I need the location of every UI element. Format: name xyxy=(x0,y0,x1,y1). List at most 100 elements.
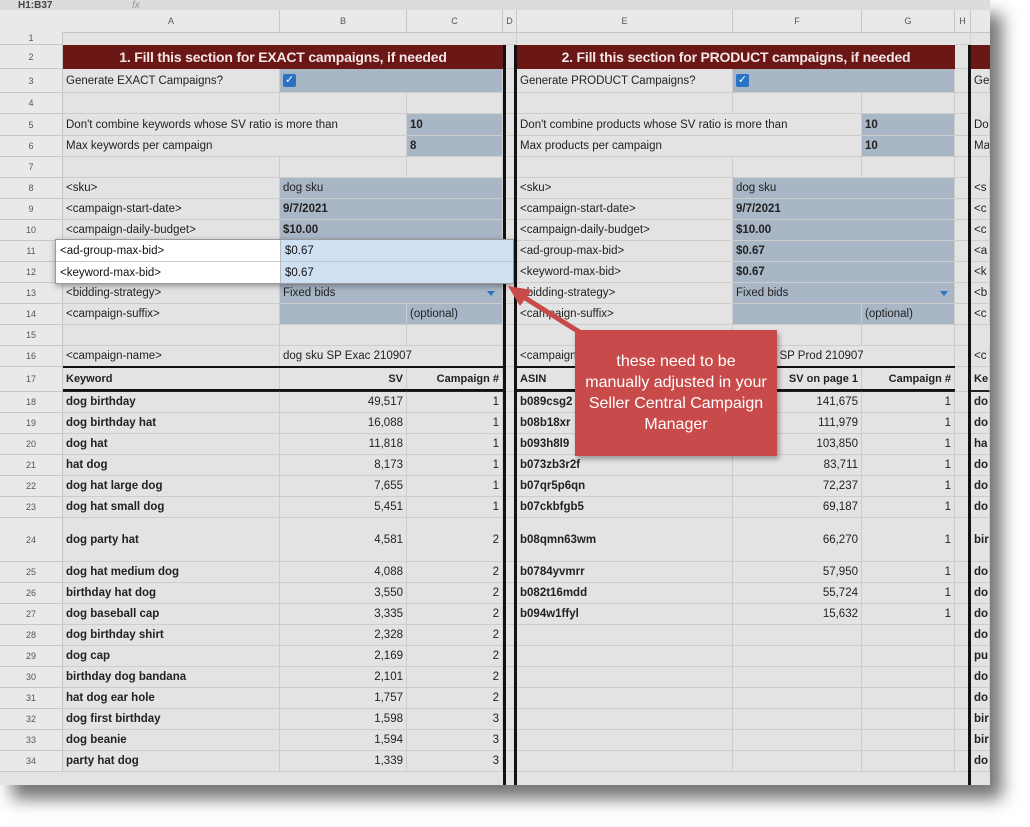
exact-row-12-campaign[interactable]: 2 xyxy=(407,646,503,667)
exact-row-5-key[interactable]: dog hat large dog xyxy=(63,476,280,497)
row-header-10[interactable]: 10 xyxy=(0,220,63,241)
exact-row-1-key[interactable]: dog birthday xyxy=(63,392,280,413)
row-header-29[interactable]: 29 xyxy=(0,646,63,667)
exact-row-15-sv[interactable]: 1,598 xyxy=(280,709,407,730)
third-section-cell[interactable]: <c xyxy=(971,199,990,220)
exact-row-15-campaign[interactable]: 3 xyxy=(407,709,503,730)
third-section-row[interactable]: pu xyxy=(971,646,990,667)
third-section-cell[interactable]: <c xyxy=(971,346,990,367)
third-section-row[interactable]: do xyxy=(971,455,990,476)
exact-row-6-sv[interactable]: 5,451 xyxy=(280,497,407,518)
product-row-5-sv[interactable]: 72,237 xyxy=(733,476,862,497)
product-row-11-key[interactable] xyxy=(517,625,733,646)
row-header-23[interactable]: 23 xyxy=(0,497,63,518)
row-header-25[interactable]: 25 xyxy=(0,562,63,583)
third-section-cell[interactable]: <a xyxy=(971,241,990,262)
row-header-2[interactable]: 2 xyxy=(0,45,63,69)
row-header-4[interactable]: 4 xyxy=(0,93,63,114)
product-row-12-key[interactable] xyxy=(517,646,733,667)
exact-row-7-campaign[interactable]: 2 xyxy=(407,518,503,562)
row-header-28[interactable]: 28 xyxy=(0,625,63,646)
exact-bidding-value[interactable]: Fixed bids xyxy=(280,283,503,304)
third-section-row[interactable]: ha xyxy=(971,434,990,455)
row-header-14[interactable]: 14 xyxy=(0,304,63,325)
product-row-14-sv[interactable] xyxy=(733,688,862,709)
exact-row-5-sv[interactable]: 7,655 xyxy=(280,476,407,497)
exact-sv-ratio-value[interactable]: 10 xyxy=(407,114,503,136)
exact-generate-checkbox[interactable]: ✓ xyxy=(283,74,296,87)
third-section-row[interactable]: bir xyxy=(971,518,990,562)
product-generate-checkbox-cell[interactable]: ✓ xyxy=(733,69,955,93)
exact-row-8-key[interactable]: dog hat medium dog xyxy=(63,562,280,583)
product-kwbid-value[interactable]: $0.67 xyxy=(733,262,955,283)
row-header-3[interactable]: 3 xyxy=(0,69,63,93)
third-section-row[interactable]: do xyxy=(971,413,990,434)
third-section-cell[interactable]: <k xyxy=(971,262,990,283)
product-row-6-sv[interactable]: 69,187 xyxy=(733,497,862,518)
row-header-26[interactable]: 26 xyxy=(0,583,63,604)
row-header-27[interactable]: 27 xyxy=(0,604,63,625)
column-header-h[interactable]: H xyxy=(955,10,971,32)
row-header-30[interactable]: 30 xyxy=(0,667,63,688)
exact-row-13-sv[interactable]: 2,101 xyxy=(280,667,407,688)
third-section-cell[interactable]: <c xyxy=(971,304,990,325)
product-row-4-sv[interactable]: 83,711 xyxy=(733,455,862,476)
third-section-cell[interactable]: Do xyxy=(971,114,990,136)
exact-row-8-campaign[interactable]: 2 xyxy=(407,562,503,583)
column-header-e[interactable]: E xyxy=(517,10,733,32)
exact-suffix-value[interactable] xyxy=(280,304,407,325)
third-section-cell[interactable]: Ma xyxy=(971,136,990,157)
product-row-13-campaign[interactable] xyxy=(862,667,955,688)
third-section-row[interactable]: do xyxy=(971,562,990,583)
product-row-15-campaign[interactable] xyxy=(862,709,955,730)
product-max-value[interactable]: 10 xyxy=(862,136,955,157)
product-row-7-campaign[interactable]: 1 xyxy=(862,518,955,562)
exact-row-12-key[interactable]: dog cap xyxy=(63,646,280,667)
product-row-9-key[interactable]: b082t16mdd xyxy=(517,583,733,604)
exact-row-11-sv[interactable]: 2,328 xyxy=(280,625,407,646)
product-row-5-campaign[interactable]: 1 xyxy=(862,476,955,497)
third-section-row[interactable]: bir xyxy=(971,709,990,730)
row-header-1[interactable]: 1 xyxy=(0,32,63,45)
product-row-13-key[interactable] xyxy=(517,667,733,688)
exact-row-9-campaign[interactable]: 2 xyxy=(407,583,503,604)
exact-row-17-key[interactable]: party hat dog xyxy=(63,751,280,772)
product-bidding-value[interactable]: Fixed bids xyxy=(733,283,955,304)
product-row-16-sv[interactable] xyxy=(733,730,862,751)
row-header-6[interactable]: 6 xyxy=(0,136,63,157)
exact-row-4-sv[interactable]: 8,173 xyxy=(280,455,407,476)
exact-row-14-campaign[interactable]: 2 xyxy=(407,688,503,709)
product-row-8-key[interactable]: b0784yvmrr xyxy=(517,562,733,583)
third-section-cell[interactable]: <c xyxy=(971,220,990,241)
product-row-7-key[interactable]: b08qmn63wm xyxy=(517,518,733,562)
row-header-22[interactable]: 22 xyxy=(0,476,63,497)
exact-row-6-key[interactable]: dog hat small dog xyxy=(63,497,280,518)
row-header-17[interactable]: 17 xyxy=(0,367,63,392)
column-header-c[interactable]: C xyxy=(407,10,503,32)
exact-row-15-key[interactable]: dog first birthday xyxy=(63,709,280,730)
row-header-24[interactable]: 24 xyxy=(0,518,63,562)
product-row-17-campaign[interactable] xyxy=(862,751,955,772)
exact-row-12-sv[interactable]: 2,169 xyxy=(280,646,407,667)
product-start-value[interactable]: 9/7/2021 xyxy=(733,199,955,220)
product-row-10-key[interactable]: b094w1ffyl xyxy=(517,604,733,625)
exact-row-4-campaign[interactable]: 1 xyxy=(407,455,503,476)
third-section-row[interactable]: do xyxy=(971,583,990,604)
row-header-34[interactable]: 34 xyxy=(0,751,63,772)
product-row-6-campaign[interactable]: 1 xyxy=(862,497,955,518)
exact-row-14-sv[interactable]: 1,757 xyxy=(280,688,407,709)
product-row-11-sv[interactable] xyxy=(733,625,862,646)
product-row-17-sv[interactable] xyxy=(733,751,862,772)
exact-row-10-campaign[interactable]: 2 xyxy=(407,604,503,625)
exact-row-2-sv[interactable]: 16,088 xyxy=(280,413,407,434)
column-header-d[interactable]: D xyxy=(503,10,517,32)
exact-start-value[interactable]: 9/7/2021 xyxy=(280,199,503,220)
exact-row-10-sv[interactable]: 3,335 xyxy=(280,604,407,625)
exact-row-13-campaign[interactable]: 2 xyxy=(407,667,503,688)
product-row-10-campaign[interactable]: 1 xyxy=(862,604,955,625)
third-section-row[interactable]: do xyxy=(971,625,990,646)
third-section-cell[interactable]: Ke xyxy=(971,367,990,392)
exact-budget-value[interactable]: $10.00 xyxy=(280,220,503,241)
exact-row-3-sv[interactable]: 11,818 xyxy=(280,434,407,455)
product-row-4-key[interactable]: b073zb3r2f xyxy=(517,455,733,476)
